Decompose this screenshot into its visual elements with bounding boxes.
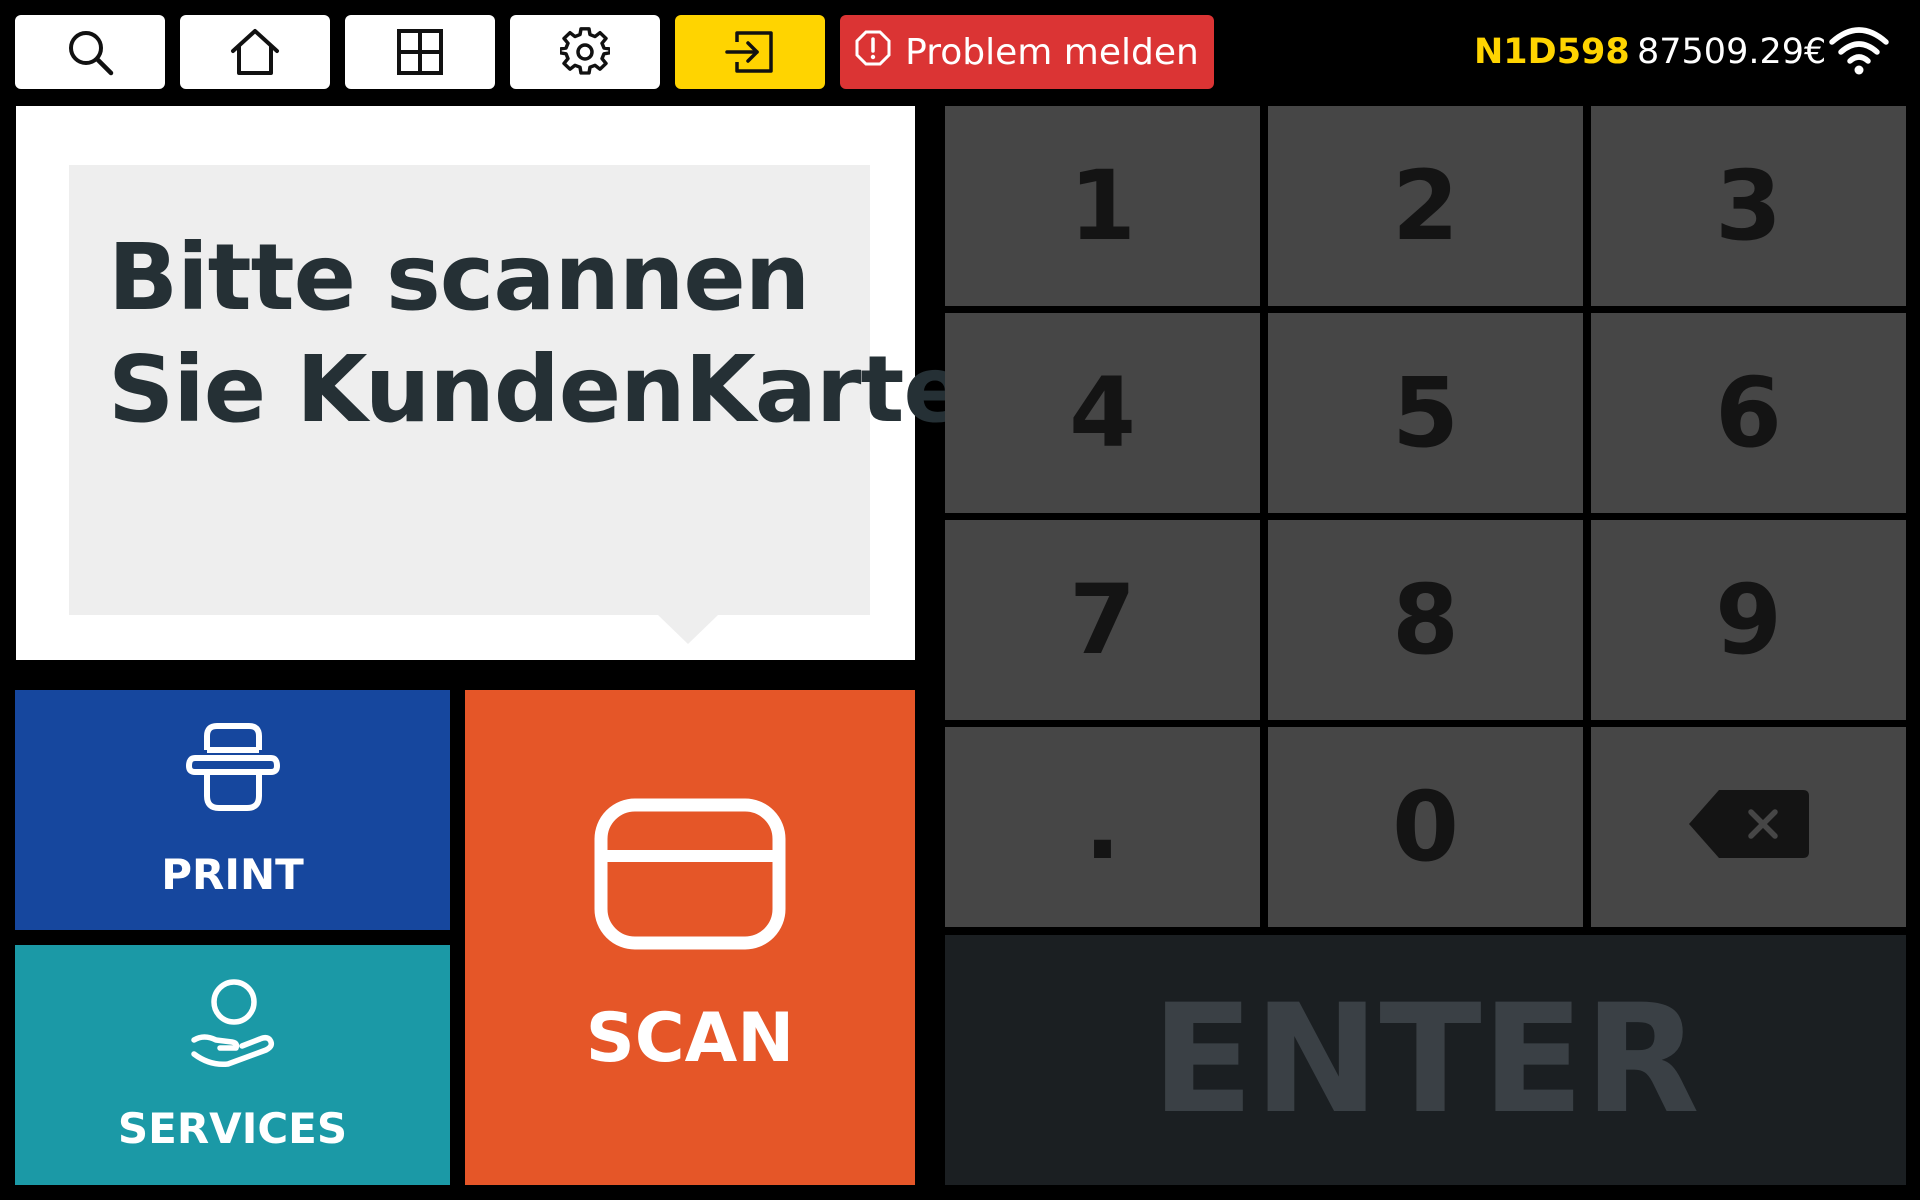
services-button[interactable]: SERVICES xyxy=(15,945,450,1185)
settings-button[interactable] xyxy=(510,15,660,89)
key-4[interactable]: 4 xyxy=(945,313,1260,513)
card-icon xyxy=(594,798,786,967)
key-1[interactable]: 1 xyxy=(945,106,1260,306)
grid-icon xyxy=(397,29,443,75)
key-3[interactable]: 3 xyxy=(1591,106,1906,306)
home-button[interactable] xyxy=(180,15,330,89)
search-button[interactable] xyxy=(15,15,165,89)
key-5[interactable]: 5 xyxy=(1268,313,1583,513)
services-label: SERVICES xyxy=(117,1103,348,1153)
scan-button[interactable]: SCAN xyxy=(465,690,915,1185)
print-button[interactable]: PRINT xyxy=(15,690,450,930)
report-problem-label: Problem melden xyxy=(905,31,1199,73)
scan-instruction: Bitte scannen Sie KundenKarte xyxy=(108,222,966,446)
key-9[interactable]: 9 xyxy=(1591,520,1906,720)
key-0[interactable]: 0 xyxy=(1268,727,1583,927)
grid-menu-button[interactable] xyxy=(345,15,495,89)
terminal-id: N1D598 xyxy=(1474,32,1630,72)
key-2[interactable]: 2 xyxy=(1268,106,1583,306)
gear-icon xyxy=(560,27,610,77)
exit-icon xyxy=(723,28,777,76)
key-6[interactable]: 6 xyxy=(1591,313,1906,513)
instruction-line-2: Sie KundenKarte xyxy=(108,336,966,443)
key-decimal[interactable]: . xyxy=(945,727,1260,927)
balance-display: 87509.29€ xyxy=(1637,32,1827,72)
backspace-icon xyxy=(1687,771,1811,883)
instruction-line-1: Bitte scannen xyxy=(108,224,810,331)
print-label: PRINT xyxy=(161,849,304,899)
search-icon xyxy=(65,27,115,77)
scan-label: SCAN xyxy=(585,998,795,1078)
printer-icon xyxy=(185,722,281,824)
home-icon xyxy=(228,27,282,77)
enter-label: ENTER xyxy=(1151,973,1700,1147)
wifi-icon xyxy=(1828,24,1890,81)
hand-person-icon xyxy=(188,978,278,1080)
key-8[interactable]: 8 xyxy=(1268,520,1583,720)
report-problem-button[interactable]: Problem melden xyxy=(840,15,1214,89)
key-7[interactable]: 7 xyxy=(945,520,1260,720)
alert-icon xyxy=(855,30,891,75)
logout-button[interactable] xyxy=(675,15,825,89)
key-backspace[interactable] xyxy=(1591,727,1906,927)
bubble-tail xyxy=(658,615,718,644)
enter-button[interactable]: ENTER xyxy=(945,935,1906,1185)
